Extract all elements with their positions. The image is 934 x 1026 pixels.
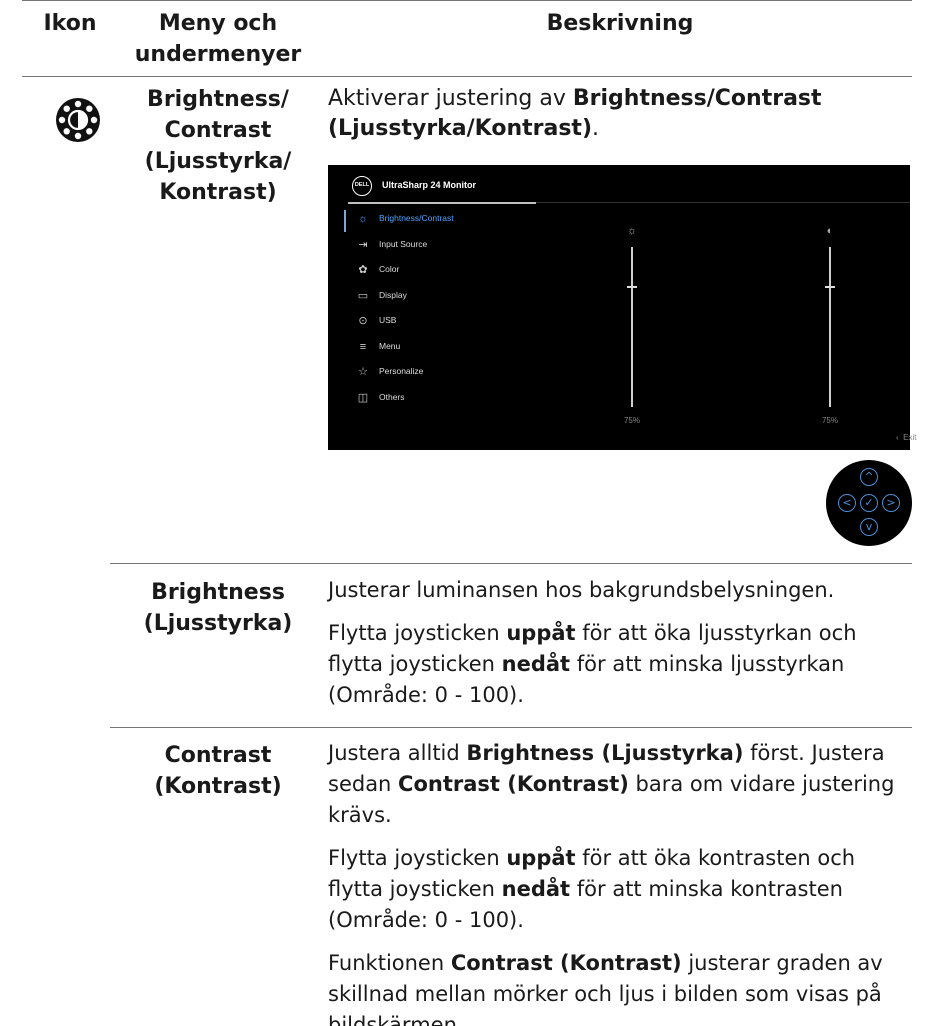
bold-text: Contrast (Kontrast) [398,772,629,796]
osd-menu-item-label: Others [379,391,405,402]
osd-menu-item-label: Menu [379,340,401,351]
header-rule [22,76,912,77]
osd-menu-item-label: USB [379,315,397,325]
input-icon: ⇥ [358,238,368,251]
description-paragraph: Funktionen Contrast (Kontrast) justerar … [328,948,912,1026]
bold-text: uppåt [506,621,576,645]
text-run: Justera alltid [328,741,467,765]
contrast-slider[interactable] [829,247,831,407]
table-top-rule [22,0,912,1]
exit-button[interactable]: ‹ Exit [896,433,916,442]
brightness-value: 75% [623,416,640,425]
description-paragraph: Justera alltid Brightness (Ljusstyrka) f… [328,738,912,831]
osd-screenshot: DELL UltraSharp 24 Monitor ☼ Brightness/C… [328,165,916,450]
osd-menu-item[interactable]: ☆ Personalize [344,364,544,384]
monitor-icon: ▭ [357,289,369,302]
text-run: Flytta joysticken [328,621,507,645]
sun-icon: ☼ [626,225,638,237]
osd-menu-item[interactable]: ⇥ Input Source [344,237,544,257]
osd-progress-line [348,202,536,204]
contrast-value: 75% [821,416,838,425]
osd-menu-item[interactable]: ≡ Menu [344,339,544,359]
bold-text: Contrast (Kontrast) [450,951,682,975]
main-desc-post: . [592,116,599,141]
joystick-right-icon: > [882,494,900,512]
bold-text: nedåt [501,877,571,901]
osd-menu-item-label: Display [379,289,407,300]
text-run: Flytta joysticken [328,846,507,870]
osd-menu-item[interactable]: ☼ Brightness/Contrast [344,211,544,231]
text-run: Funktionen [328,951,451,975]
menu-icon: ≡ [359,340,367,353]
contrast-description: Justera alltid Brightness (Ljusstyrka) f… [328,738,912,1026]
osd-menu-item[interactable]: ✿ Color [344,262,544,282]
osd-menu-item[interactable]: ◫ Others [344,390,544,410]
header-icon: Ikon [43,11,97,36]
bold-text: nedåt [501,652,571,676]
menu-brightness-contrast: Brightness/ Contrast (Ljusstyrka/ Kontra… [144,87,292,205]
osd-menu-item[interactable]: ⊙ USB [344,313,544,333]
text-run: Justerar luminansen hos bakgrundsbelysni… [328,578,835,602]
others-icon: ◫ [357,391,369,404]
usb-icon: ⊙ [358,315,368,327]
row-rule-1 [110,563,912,564]
osd-menu-item-label: Brightness/Contrast [379,213,454,223]
header-menu: Meny och undermenyer [134,11,302,67]
description-paragraph: Justerar luminansen hos bakgrundsbelysni… [328,575,912,606]
osd-menu-item-label: Color [379,264,400,274]
sun-icon: ☼ [357,213,369,225]
row-rule-2 [110,727,912,728]
main-row-description: Aktiverar justering av Brightness/Contra… [328,84,912,144]
menu-brightness: Brightness (Ljusstyrka) [143,580,293,636]
dell-logo: DELL [352,176,372,196]
brightness-slider[interactable] [631,247,633,407]
main-desc-pre: Aktiverar justering av [328,86,573,111]
osd-menu-item[interactable]: ▭ Display [344,288,544,308]
description-paragraph: Flytta joysticken uppåt för att öka ljus… [328,618,912,711]
bold-text: uppåt [506,846,576,870]
joystick-diagram: ^ < ✓ > v [826,460,912,546]
joystick-center-icon: ✓ [860,494,878,512]
osd-menu-item-label: Personalize [379,366,424,376]
menu-contrast: Contrast (Kontrast) [154,743,282,799]
osd-menu-item-label: Input Source [379,238,428,249]
exit-label: Exit [903,433,917,442]
bold-text: Brightness (Ljusstyrka) [466,741,744,765]
brightness-contrast-icon [56,98,100,142]
osd-divider [536,202,910,203]
contrast-slider-knob[interactable] [825,286,835,288]
joystick-down-icon: v [860,518,878,536]
brightness-description: Justerar luminansen hos bakgrundsbelysni… [328,575,912,723]
contrast-icon: ◐ [826,225,834,237]
brightness-slider-knob[interactable] [627,286,637,288]
osd-title: UltraSharp 24 Monitor [382,180,477,190]
joystick-up-icon: ^ [860,468,878,486]
palette-icon: ✿ [358,264,368,276]
joystick-left-icon: < [838,494,856,512]
star-icon: ☆ [358,366,368,378]
description-paragraph: Flytta joysticken uppåt för att öka kont… [328,843,912,936]
header-description: Beskrivning [546,11,694,36]
